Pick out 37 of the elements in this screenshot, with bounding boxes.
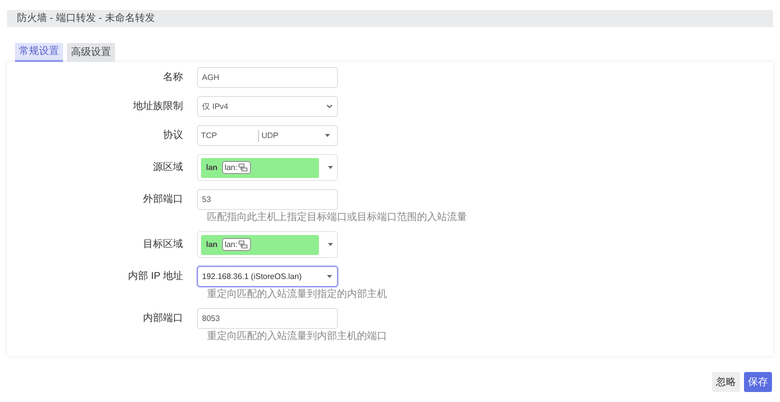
network-icon [238,240,248,249]
field-hint: 重定向匹配的入站流量到指定的内部主机 [207,290,388,300]
protocol-option[interactable]: TCP [198,130,258,142]
zone-tag: lan: [222,238,252,251]
zone-name: lan [206,162,218,174]
field-hint: 重定向匹配的入站流量到内部主机的端口 [207,332,388,342]
breadcrumb: 防火墙 - 端口转发 - 未命名转发 [17,14,155,24]
combo-field[interactable]: 192.168.36.1 (iStoreOS.lan) [197,266,338,287]
caret-icon [324,133,331,138]
protocol-option[interactable]: UDP [258,130,318,142]
field-label: 源区域 [152,160,183,175]
caret-icon [326,104,333,109]
field-label: 内部 IP 地址 [127,270,183,284]
field-label: 协议 [162,128,183,143]
field-hint: 匹配指向此主机上指定目标端口或目标端口范围的入站流量 [207,213,468,223]
zone-select[interactable]: lan lan: [197,231,338,258]
field-label: 地址族限制 [132,100,183,114]
field-label: 名称 [162,71,183,85]
tab[interactable]: 高级设置 [67,43,115,62]
multi-select-field[interactable]: TCP UDP [197,125,338,146]
text-field[interactable]: 53 [197,189,338,210]
caret-icon [326,274,333,279]
text-field[interactable]: AGH [197,67,338,88]
zone-select[interactable]: lan lan: [197,154,338,181]
field-label: 外部端口 [142,192,183,207]
field-label: 内部端口 [142,312,183,326]
network-icon [238,163,248,172]
tab[interactable]: 常规设置 [15,43,63,62]
text-field[interactable]: 8053 [197,308,338,329]
zone-name: lan [206,238,218,250]
caret-icon [327,165,334,170]
zone-tag: lan: [222,161,252,174]
caret-icon [327,242,334,247]
save-button[interactable]: 保存 [744,372,772,392]
dismiss-button[interactable]: 忽略 [712,372,740,392]
field-label: 目标区域 [142,238,183,252]
select-field[interactable]: 仅 IPv4 [197,96,338,117]
